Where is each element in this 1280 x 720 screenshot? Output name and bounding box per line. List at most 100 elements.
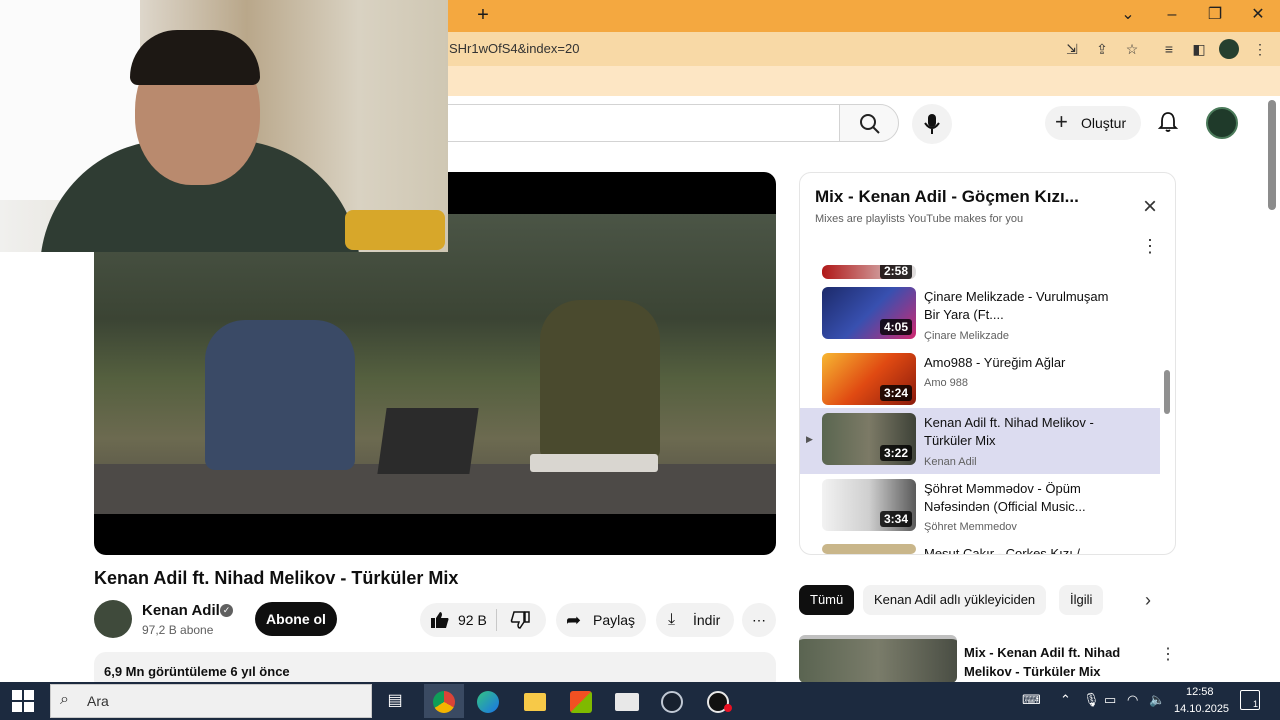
chevron-up-icon[interactable]: ⌃: [1060, 692, 1071, 708]
page-scrollbar[interactable]: [1268, 100, 1276, 210]
task-view-icon[interactable]: ▤: [380, 687, 410, 715]
store-icon[interactable]: [570, 691, 592, 713]
chip-all[interactable]: Tümü: [799, 585, 855, 615]
keyboard-icon[interactable]: ⌨: [1022, 692, 1041, 708]
video-keyboard: [530, 454, 658, 472]
share-button[interactable]: ➦ Paylaş: [556, 603, 646, 637]
video-laptop: [377, 408, 479, 474]
playlist-scrollbar[interactable]: [1164, 370, 1170, 414]
playlist-item-channel: Şöhret Memmedov: [924, 521, 1017, 533]
bookmark-star-icon[interactable]: ☆: [1122, 39, 1142, 59]
taskbar-search-placeholder: Ara: [87, 693, 109, 709]
new-tab-button[interactable]: +: [472, 4, 494, 26]
share-label: Paylaş: [593, 612, 636, 628]
recommended-title[interactable]: Mix - Kenan Adil ft. Nihad Melikov - Tür…: [964, 643, 1154, 681]
windows-start-icon[interactable]: [12, 690, 34, 712]
recommended-thumbnail[interactable]: [799, 635, 957, 683]
steam-icon[interactable]: [661, 691, 683, 713]
wifi-icon[interactable]: ◠: [1127, 692, 1138, 708]
playlist-item-channel: Amo 988: [924, 377, 969, 389]
install-icon[interactable]: ⇲: [1062, 39, 1082, 59]
search-input[interactable]: [440, 104, 840, 142]
share-page-icon[interactable]: ⇪: [1092, 39, 1112, 59]
voice-search-button[interactable]: [912, 104, 952, 144]
playlist-item-channel: Çinare Melikzade: [924, 330, 1009, 342]
chevron-down-icon[interactable]: ⌄: [1108, 3, 1148, 27]
playlist-item-thumbnail[interactable]: 2:58: [822, 265, 916, 279]
thumbs-down-icon[interactable]: [510, 611, 530, 629]
chrome-icon[interactable]: [433, 691, 455, 713]
playlist-item-thumbnail[interactable]: 3:22: [822, 413, 916, 465]
mail-icon[interactable]: [615, 693, 639, 711]
duration-badge: 4:05: [879, 319, 912, 335]
playlist-item-channel: Kenan Adil: [924, 456, 977, 468]
webcam-overlay: [0, 0, 448, 252]
side-panel-icon[interactable]: ◧: [1189, 39, 1209, 59]
search-icon: ⌕: [60, 691, 69, 708]
clock-date[interactable]: 14.10.2025: [1174, 703, 1229, 715]
chevron-right-icon[interactable]: ›: [1145, 590, 1163, 610]
webcam-person-hair: [130, 30, 260, 85]
now-playing-icon: ▶: [806, 434, 813, 444]
profile-avatar-icon[interactable]: [1219, 39, 1239, 59]
playlist-item-title-text: Mesut Çakır - Çorkes Kızı /: [924, 546, 1081, 554]
playlist-item-thumbnail[interactable]: 3:34: [822, 479, 916, 531]
duration-badge: 3:24: [879, 385, 912, 401]
chip-uploader[interactable]: Kenan Adil adlı yükleyiciden: [863, 585, 1047, 615]
playlist-item-title[interactable]: Çinare Melikzade - Vurulmuşam Bir Yara (…: [924, 288, 1109, 324]
playlist-item-title[interactable]: Amo988 - Yüreğim Ağlar: [924, 354, 1109, 372]
duration-badge: 2:58: [879, 265, 912, 279]
restore-icon[interactable]: ❐: [1195, 3, 1235, 27]
mic-icon: [924, 114, 940, 134]
subscriber-count: 97,2 B abone: [142, 623, 214, 637]
minimize-icon[interactable]: –: [1152, 3, 1192, 27]
clock-time[interactable]: 12:58: [1186, 686, 1214, 698]
download-button[interactable]: ⤓ İndir: [656, 603, 734, 637]
battery-icon[interactable]: ▭: [1104, 692, 1116, 708]
subscribe-button[interactable]: Abone ol: [255, 602, 337, 636]
download-icon: ⤓: [668, 611, 676, 628]
share-arrow-icon: ➦: [566, 610, 582, 630]
volume-icon[interactable]: 🔈: [1149, 692, 1165, 708]
playlist-item-thumbnail[interactable]: [822, 544, 916, 554]
duration-badge: 3:34: [879, 511, 912, 527]
recording-dot-icon: [724, 704, 732, 712]
verified-icon: ✓: [220, 604, 233, 617]
like-divider: [496, 609, 497, 631]
download-label: İndir: [693, 612, 721, 628]
playlist-item-title[interactable]: Mesut Çakır - Çorkes Kızı /: [924, 545, 1109, 554]
video-title: Kenan Adil ft. Nihad Melikov - Türküler …: [94, 568, 459, 588]
edge-icon[interactable]: [477, 691, 499, 713]
playlist-item-title[interactable]: Kenan Adil ft. Nihad Melikov - Türküler …: [924, 414, 1109, 450]
file-explorer-icon[interactable]: [524, 693, 546, 711]
playlist-item-thumbnail[interactable]: 4:05: [822, 287, 916, 339]
playlist-title[interactable]: Mix - Kenan Adil - Göçmen Kızı...: [815, 187, 1085, 207]
more-options-icon[interactable]: ⋮: [1160, 644, 1176, 664]
search-button[interactable]: [839, 104, 899, 142]
chip-related[interactable]: İlgili: [1059, 585, 1104, 615]
duration-badge: 3:22: [879, 445, 912, 461]
notification-icon[interactable]: 1: [1240, 690, 1260, 710]
webcam-jars: [345, 210, 445, 250]
thumbs-up-icon: [431, 612, 449, 628]
close-playlist-icon[interactable]: ×: [1138, 195, 1162, 219]
search-icon: [860, 114, 880, 134]
account-avatar[interactable]: [1206, 107, 1238, 139]
more-actions-icon[interactable]: ⋯: [742, 603, 776, 637]
channel-name[interactable]: Kenan Adil: [142, 602, 220, 619]
video-singer: [205, 320, 355, 470]
notification-count: 1: [1253, 699, 1259, 709]
close-window-icon[interactable]: ✕: [1238, 3, 1278, 27]
playlist-menu-icon[interactable]: ⋮: [1140, 236, 1160, 256]
media-queue-icon[interactable]: ≡: [1159, 39, 1179, 59]
playlist-item-thumbnail[interactable]: 3:24: [822, 353, 916, 405]
playlist-subtitle: Mixes are playlists YouTube makes for yo…: [815, 213, 1024, 225]
channel-avatar[interactable]: [94, 600, 132, 638]
video-musician: [540, 300, 660, 460]
view-count-date: 6,9 Mn görüntüleme 6 yıl önce: [104, 664, 290, 679]
playlist-item-title[interactable]: Şöhrət Məmmədov - Öpüm Nəfəsindən (Offic…: [924, 480, 1109, 516]
notifications-bell-icon[interactable]: [1156, 110, 1180, 134]
browser-menu-icon[interactable]: ⋮: [1250, 39, 1270, 59]
url-field[interactable]: SHr1wOfS4&index=20: [449, 41, 579, 56]
microphone-tray-icon[interactable]: 🎙: [1083, 692, 1100, 708]
